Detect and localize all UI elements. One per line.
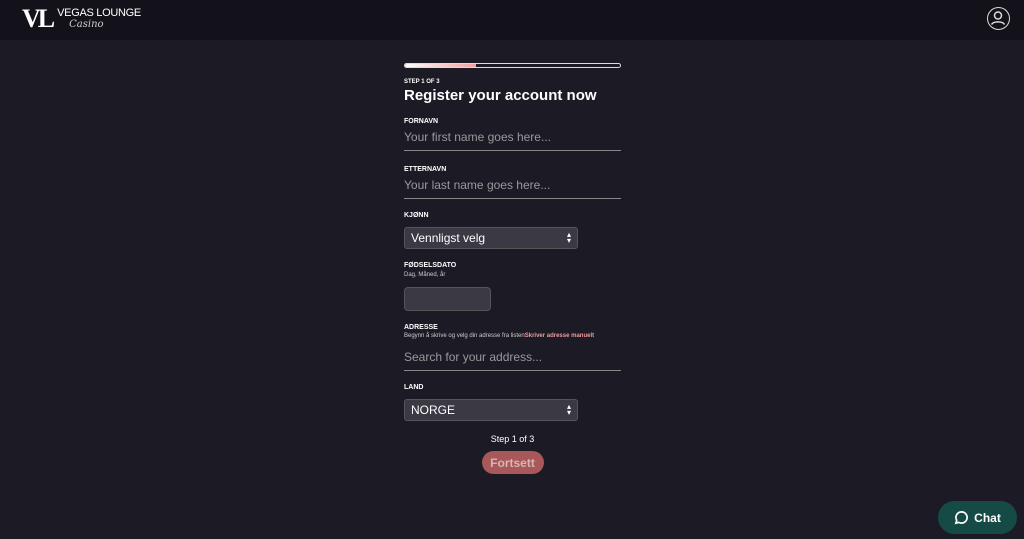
first-name-input[interactable]	[404, 125, 621, 151]
last-name-input[interactable]	[404, 173, 621, 199]
country-select[interactable]: NORGE ▴ ▾	[404, 399, 578, 421]
logo[interactable]: VL VEGAS LOUNGE Casino	[22, 6, 141, 32]
step-text: Step 1 of 3	[490, 434, 535, 444]
address-label: ADRESSE	[404, 324, 438, 331]
user-circle-icon[interactable]	[987, 7, 1010, 30]
select-arrows-icon: ▴ ▾	[566, 402, 571, 417]
gender-select[interactable]: Vennligst velg ▴ ▾	[404, 227, 578, 249]
address-hint: Begynn å skrive og velg din adresse fra …	[404, 333, 525, 339]
chat-label: Chat	[974, 510, 1001, 525]
last-name-label: ETTERNAVN	[404, 166, 447, 173]
birthdate-input[interactable]	[404, 287, 491, 311]
page-title: Register your account now	[404, 87, 597, 104]
continue-button[interactable]: Fortsett	[481, 451, 544, 474]
registration-form: STEP 1 OF 3 Register your account now FO…	[404, 63, 621, 474]
select-arrows-icon: ▴ ▾	[566, 230, 571, 245]
gender-selected: Vennligst velg	[411, 231, 486, 245]
logo-mark: VL	[22, 4, 55, 33]
birthdate-label: FØDSELSDATO	[404, 262, 457, 269]
chat-bubble-icon	[954, 511, 969, 525]
header: VL VEGAS LOUNGE Casino	[0, 0, 1024, 40]
progress-bar	[404, 63, 621, 68]
birthdate-hint: Dag, Måned, år	[404, 272, 446, 278]
country-selected: NORGE	[411, 403, 456, 417]
chat-button[interactable]: Chat	[938, 501, 1017, 534]
country-label: LAND	[404, 384, 424, 391]
logo-subtitle: Casino	[69, 19, 104, 30]
manual-address-link[interactable]: Skriver adresse manuelt	[525, 333, 594, 339]
logo-title: VEGAS LOUNGE	[57, 7, 141, 19]
address-search-input[interactable]	[404, 345, 621, 371]
step-indicator-small: STEP 1 OF 3	[404, 79, 440, 85]
gender-label: KJØNN	[404, 212, 429, 219]
first-name-label: FORNAVN	[404, 118, 439, 125]
